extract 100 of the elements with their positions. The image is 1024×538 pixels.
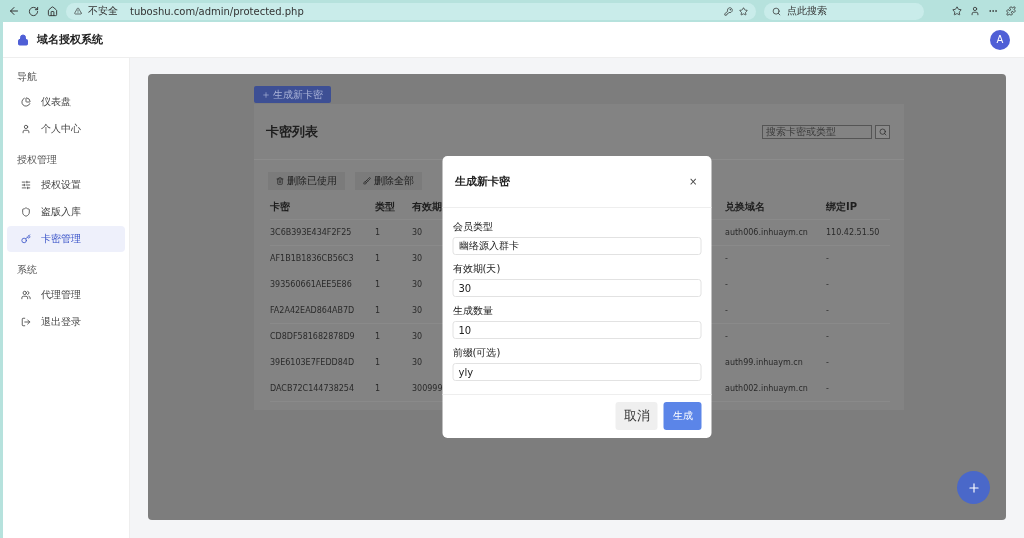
back-icon[interactable] bbox=[8, 5, 20, 17]
generate-button[interactable]: 生成 bbox=[663, 401, 702, 430]
user-avatar[interactable]: A bbox=[990, 29, 1010, 50]
table-cell: 30 bbox=[412, 254, 423, 263]
key-icon bbox=[21, 234, 31, 244]
browser-search-field[interactable]: 点此搜索 bbox=[764, 2, 924, 20]
table-cell: 30 bbox=[412, 228, 423, 237]
sidebar-item[interactable]: 盗版入库 bbox=[7, 199, 125, 225]
search-placeholder: 点此搜索 bbox=[787, 4, 827, 18]
input-field[interactable]: 30 bbox=[452, 279, 702, 297]
column-header: 有效期 bbox=[412, 199, 442, 214]
card-title: 卡密列表 bbox=[266, 122, 318, 141]
table-cell: CD8DF581682878D9 bbox=[270, 332, 355, 341]
table-cell: - bbox=[725, 280, 728, 289]
add-button[interactable] bbox=[957, 471, 990, 504]
section-title: 系统 bbox=[16, 263, 38, 277]
table-cell: 30 bbox=[412, 358, 423, 367]
user-icon bbox=[21, 124, 31, 134]
sidebar-item[interactable]: 授权设置 bbox=[7, 172, 125, 198]
users-icon bbox=[21, 290, 31, 300]
table-cell: 1 bbox=[375, 358, 381, 367]
input-field[interactable]: yly bbox=[452, 363, 702, 381]
table-cell: auth006.inhuaym.cn bbox=[725, 228, 808, 237]
sidebar-item-label: 代理管理 bbox=[41, 288, 81, 302]
table-cell: 1 bbox=[375, 254, 381, 263]
table-cell: 1 bbox=[375, 384, 381, 393]
plus-icon bbox=[262, 90, 270, 99]
table-cell: - bbox=[725, 306, 728, 315]
table-cell: - bbox=[826, 384, 829, 393]
table-cell: 30 bbox=[412, 306, 423, 315]
sidebar-item-label: 授权设置 bbox=[41, 178, 81, 192]
table-cell: 30 bbox=[412, 280, 423, 289]
app-title: 域名授权系统 bbox=[37, 32, 103, 47]
home-icon[interactable] bbox=[47, 5, 58, 17]
table-cell: 1 bbox=[375, 280, 381, 289]
sidebar-item[interactable]: 代理管理 bbox=[7, 282, 125, 308]
search-button[interactable] bbox=[875, 124, 890, 139]
plus-icon bbox=[966, 480, 981, 495]
table-cell: 30 bbox=[412, 332, 423, 341]
section-title: 授权管理 bbox=[16, 153, 58, 167]
table-cell: AF1B1B1836CB56C3 bbox=[270, 254, 354, 263]
table-cell: 393560661AEE5E86 bbox=[270, 280, 352, 289]
security-label: 不安全 bbox=[88, 4, 118, 18]
column-header: 兑换域名 bbox=[725, 199, 765, 214]
table-cell: 300999 bbox=[412, 384, 443, 393]
table-cell: - bbox=[725, 254, 728, 263]
reload-icon[interactable] bbox=[28, 5, 39, 17]
column-header: 类型 bbox=[375, 199, 395, 214]
warning-icon bbox=[74, 7, 82, 15]
sidebar-item-label: 盗版入库 bbox=[41, 205, 81, 219]
sidebar-item[interactable]: 退出登录 bbox=[7, 309, 125, 335]
shield-icon bbox=[21, 207, 31, 217]
dashboard-icon bbox=[21, 97, 31, 107]
search-icon bbox=[772, 6, 781, 16]
new-card-button[interactable]: 生成新卡密 bbox=[254, 86, 331, 103]
table-cell: DACB72C144738254 bbox=[270, 384, 354, 393]
sidebar-item-label: 卡密管理 bbox=[41, 232, 81, 246]
close-button[interactable]: × bbox=[687, 176, 700, 187]
table-cell: FA2A42EAD864AB7D bbox=[270, 306, 355, 315]
table-cell: - bbox=[826, 280, 829, 289]
table-cell: auth99.inhuaym.cn bbox=[725, 358, 803, 367]
sidebar-item-label: 仪表盘 bbox=[41, 95, 71, 109]
table-cell: 1 bbox=[375, 306, 381, 315]
table-cell: - bbox=[725, 332, 728, 341]
delete-all-button[interactable]: 删除全部 bbox=[355, 172, 422, 190]
sidebar-item-label: 个人中心 bbox=[41, 122, 81, 136]
field-label: 生成数量 bbox=[452, 304, 493, 318]
table-cell: - bbox=[826, 306, 829, 315]
field-label: 前缀(可选) bbox=[452, 346, 501, 360]
extension-icon[interactable] bbox=[1006, 6, 1016, 16]
section-title: 导航 bbox=[16, 70, 38, 84]
favorites-icon[interactable] bbox=[952, 6, 962, 16]
sidebar-item[interactable]: 个人中心 bbox=[7, 116, 125, 142]
table-cell: 39E6103E7FEDD84D bbox=[270, 358, 355, 367]
table-cell: - bbox=[826, 332, 829, 341]
table-cell: 1 bbox=[375, 332, 381, 341]
address-bar[interactable]: 不安全 tuboshu.com/admin/protected.php bbox=[66, 2, 756, 20]
sidebar-item[interactable]: 仪表盘 bbox=[7, 89, 125, 115]
search-icon bbox=[878, 127, 887, 136]
logout-icon bbox=[21, 317, 31, 327]
table-cell: 110.42.51.50 bbox=[826, 228, 880, 237]
table-cell: - bbox=[826, 358, 829, 367]
field-label: 有效期(天) bbox=[452, 262, 501, 276]
sidebar-item-label: 退出登录 bbox=[41, 315, 81, 329]
field-label: 会员类型 bbox=[452, 220, 493, 234]
trash-icon bbox=[276, 177, 284, 185]
sidebar-item[interactable]: 卡密管理 bbox=[7, 226, 125, 252]
delete-used-button[interactable]: 删除已使用 bbox=[268, 172, 345, 190]
cancel-button[interactable]: 取消 bbox=[615, 401, 658, 430]
table-cell: - bbox=[826, 254, 829, 263]
table-cell: 3C6B393E434F2F25 bbox=[270, 228, 352, 237]
star-icon[interactable] bbox=[739, 6, 748, 16]
key-icon[interactable] bbox=[724, 6, 733, 16]
lock-icon bbox=[17, 33, 29, 46]
table-cell: auth002.inhuaym.cn bbox=[725, 384, 808, 393]
input-field[interactable]: 幽络源入群卡 bbox=[452, 237, 702, 255]
input-field[interactable]: 10 bbox=[452, 321, 702, 339]
modal-title: 生成新卡密 bbox=[454, 174, 510, 189]
column-header: 绑定IP bbox=[826, 199, 858, 214]
profile-icon[interactable] bbox=[970, 6, 980, 16]
